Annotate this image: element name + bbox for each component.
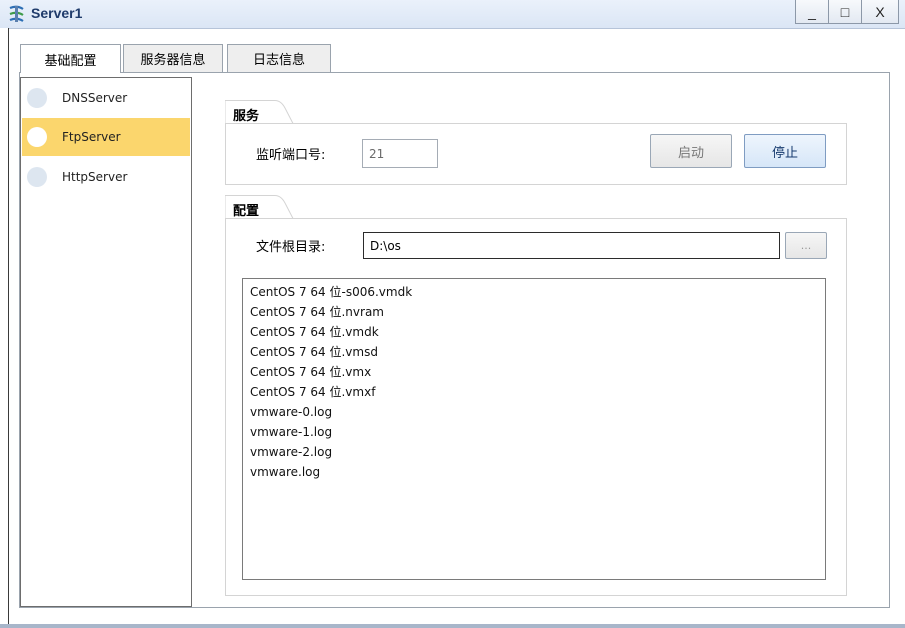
server-item-ftp[interactable]: FtpServer xyxy=(22,118,190,156)
server-item-label: DNSServer xyxy=(62,91,128,105)
minimize-button[interactable]: _ xyxy=(795,0,829,24)
file-list[interactable]: CentOS 7 64 位-s006.vmdk CentOS 7 64 位.nv… xyxy=(242,278,826,580)
stop-button[interactable]: 停止 xyxy=(744,134,826,168)
title-bar: Server1 _ □ X xyxy=(0,0,905,29)
port-label: 监听端口号: xyxy=(256,148,326,163)
server-item-dns[interactable]: DNSServer xyxy=(22,79,190,117)
service-group-box: 监听端口号: 21 启动 停止 xyxy=(225,123,847,185)
list-item[interactable]: vmware.log xyxy=(243,462,825,482)
window-bottom-border xyxy=(0,624,905,628)
root-dir-field[interactable]: D:\os xyxy=(363,232,780,259)
server-item-label: HttpServer xyxy=(62,170,128,184)
tab-basic-config[interactable]: 基础配置 xyxy=(20,44,121,73)
browse-button[interactable]: ... xyxy=(785,232,827,259)
window-left-border xyxy=(0,28,9,624)
server-dot-icon xyxy=(27,167,47,187)
list-item[interactable]: CentOS 7 64 位-s006.vmdk xyxy=(243,282,825,302)
tab-log-info[interactable]: 日志信息 xyxy=(227,44,331,72)
server-dot-icon xyxy=(27,127,47,147)
maximize-button[interactable]: □ xyxy=(828,0,862,24)
server-list: DNSServer FtpServer HttpServer xyxy=(20,77,192,607)
server-app-icon xyxy=(9,5,24,22)
server-item-http[interactable]: HttpServer xyxy=(22,158,190,196)
list-item[interactable]: vmware-0.log xyxy=(243,402,825,422)
list-item[interactable]: CentOS 7 64 位.vmsd xyxy=(243,342,825,362)
server-dot-icon xyxy=(27,88,47,108)
list-item[interactable]: CentOS 7 64 位.nvram xyxy=(243,302,825,322)
port-field[interactable]: 21 xyxy=(362,139,438,168)
start-button[interactable]: 启动 xyxy=(650,134,732,168)
list-item[interactable]: CentOS 7 64 位.vmxf xyxy=(243,382,825,402)
list-item[interactable]: CentOS 7 64 位.vmx xyxy=(243,362,825,382)
window-title: Server1 xyxy=(31,5,83,21)
close-button[interactable]: X xyxy=(861,0,899,24)
server-item-label: FtpServer xyxy=(62,130,121,144)
list-item[interactable]: vmware-1.log xyxy=(243,422,825,442)
tab-server-info[interactable]: 服务器信息 xyxy=(123,44,223,72)
list-item[interactable]: CentOS 7 64 位.vmdk xyxy=(243,322,825,342)
list-item[interactable]: vmware-2.log xyxy=(243,442,825,462)
root-dir-label: 文件根目录: xyxy=(256,240,326,255)
